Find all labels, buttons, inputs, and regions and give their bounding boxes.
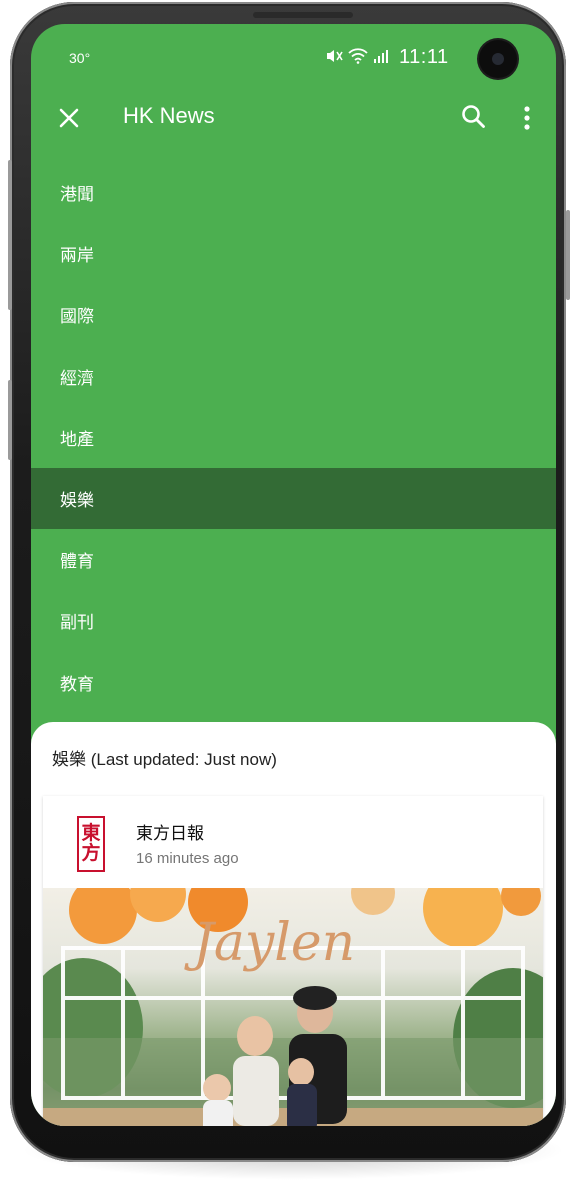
menu-item-supplement[interactable]: 副刊 — [31, 590, 556, 651]
temperature-text: 30° — [69, 50, 91, 66]
logo-char: 東 — [81, 823, 101, 844]
app-title: HK News — [123, 103, 215, 128]
status-icons — [325, 48, 389, 64]
menu-item-label: 經濟 — [60, 368, 94, 388]
close-button[interactable] — [53, 102, 85, 134]
close-icon — [59, 108, 79, 128]
timestamp: 16 minutes ago — [136, 850, 239, 867]
news-card[interactable]: 東 方 東方日報 16 minutes ago Jaylen — [43, 796, 543, 1126]
status-bar: 30° 11:11 — [31, 24, 556, 90]
mute-icon — [327, 50, 343, 62]
more-options-button[interactable] — [515, 102, 539, 134]
menu-item-hk-news[interactable]: 港聞 — [31, 162, 556, 223]
menu-item-label: 體育 — [60, 552, 94, 572]
front-camera — [479, 40, 517, 78]
menu-item-entertainment[interactable]: 娛樂 — [31, 467, 556, 530]
menu-item-label: 兩岸 — [60, 246, 94, 266]
wifi-icon — [348, 48, 368, 64]
menu-item-sports[interactable]: 體育 — [31, 529, 556, 590]
app-bar: HK News — [31, 90, 556, 146]
menu-item-label: 國際 — [60, 307, 94, 327]
bixby-button — [8, 380, 12, 460]
photo-caption-text: Jaylen — [184, 913, 355, 973]
clock-text: 11:11 — [399, 46, 449, 68]
menu-item-economy[interactable]: 經濟 — [31, 346, 556, 407]
power-button — [566, 210, 570, 300]
menu-item-label: 地產 — [60, 429, 94, 449]
signal-icon — [374, 50, 388, 63]
menu-item-label: 教育 — [60, 674, 94, 694]
search-icon — [462, 105, 485, 128]
sheet-header: 娛樂 (Last updated: Just now) — [52, 750, 277, 769]
news-photo[interactable]: Jaylen — [43, 888, 543, 1126]
earpiece-speaker — [253, 12, 353, 18]
menu-item-international[interactable]: 國際 — [31, 284, 556, 345]
volume-button — [8, 160, 12, 310]
bottom-sheet[interactable]: 娛樂 (Last updated: Just now) 東 方 東方日報 16 … — [31, 722, 556, 1126]
photo-illustration: Jaylen — [43, 888, 543, 1126]
menu-item-label: 港聞 — [60, 185, 94, 205]
more-vert-icon — [524, 106, 530, 130]
menu-item-education[interactable]: 教育 — [31, 652, 556, 713]
screen: 30° 11:11 HK News 港聞 兩岸 國際 經濟 地產 娛樂 體育 副… — [31, 24, 556, 1126]
menu-item-label: 娛樂 — [60, 491, 94, 511]
category-menu: 港聞 兩岸 國際 經濟 地產 娛樂 體育 副刊 教育 — [31, 162, 556, 713]
menu-item-property[interactable]: 地產 — [31, 407, 556, 468]
search-button[interactable] — [459, 102, 489, 132]
menu-item-label: 副刊 — [60, 613, 94, 633]
source-name: 東方日報 — [136, 824, 204, 843]
menu-item-cross-strait[interactable]: 兩岸 — [31, 223, 556, 284]
newspaper-logo: 東 方 — [77, 816, 105, 872]
logo-char: 方 — [81, 843, 101, 864]
